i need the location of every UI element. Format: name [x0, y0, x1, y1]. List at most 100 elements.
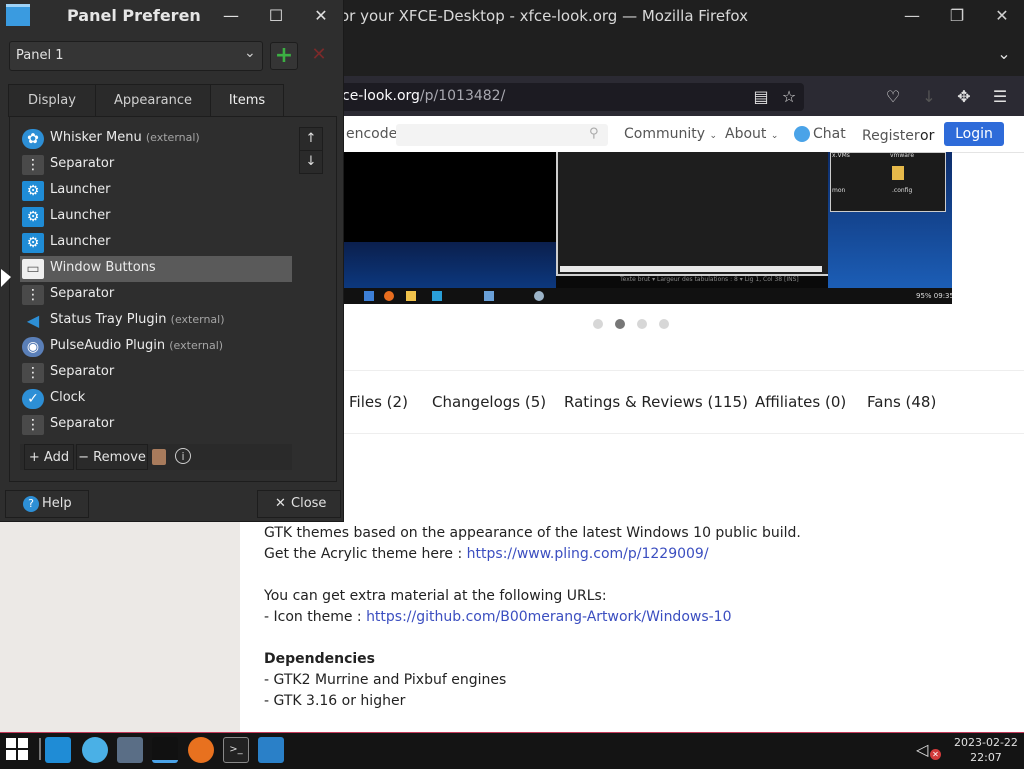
close-icon[interactable]: ✕	[990, 4, 1014, 28]
list-item[interactable]: ⚙ Launcher	[20, 178, 292, 204]
list-item[interactable]: ◀ Status Tray Plugin (external)	[20, 308, 292, 334]
tab-ratings-reviews[interactable]: Ratings & Reviews (115)	[564, 393, 748, 411]
list-item[interactable]: ✿ Whisker Menu (external)	[20, 126, 292, 152]
pocket-icon[interactable]: ♡	[882, 86, 904, 108]
list-item-selected[interactable]: ▭ Window Buttons	[20, 256, 292, 282]
close-button[interactable]: ✕ Close	[257, 490, 341, 518]
taskbar-clock[interactable]: 2023-02-22 22:07	[954, 735, 1018, 765]
search-icon[interactable]: ⚲	[589, 126, 599, 141]
minimize-icon[interactable]: —	[900, 4, 924, 28]
chevron-down-icon: ⌄	[244, 45, 256, 61]
file-manager-icon[interactable]	[45, 737, 71, 763]
url-host: ce-look.org	[342, 88, 420, 104]
list-all-tabs-icon[interactable]: ⌄	[993, 43, 1015, 65]
restore-icon[interactable]: ❐	[945, 4, 969, 28]
list-item[interactable]: ⋮ Separator	[20, 152, 292, 178]
acrylic-theme-link[interactable]: https://www.pling.com/p/1229009/	[467, 546, 709, 562]
preview-taskbar-icon-4	[432, 291, 442, 301]
add-item-button[interactable]: + Add	[24, 444, 74, 470]
carousel-dot-active[interactable]	[615, 319, 625, 329]
help-button[interactable]: ? Help	[5, 490, 89, 518]
description-line-2: Get the Acrylic theme here : https://www…	[264, 546, 709, 562]
clock-icon: ✓	[22, 389, 44, 409]
dialog-title: Panel Preferen	[67, 6, 201, 25]
separator-icon: ⋮	[22, 155, 44, 175]
remove-item-button[interactable]: − Remove	[76, 444, 148, 470]
preview-wallpaper-left	[344, 242, 556, 292]
login-button[interactable]: Login	[944, 122, 1004, 146]
preview-taskbar-icon-1	[364, 291, 374, 301]
bookmark-star-icon[interactable]: ☆	[778, 86, 800, 108]
preview-label-mon: mon	[832, 187, 846, 194]
mouse-cursor	[1, 269, 11, 287]
app-icon-bird[interactable]	[82, 737, 108, 763]
dialog-maximize-icon[interactable]: ☐	[264, 4, 288, 28]
preview-files-window	[830, 152, 946, 212]
tab-fans[interactable]: Fans (48)	[867, 393, 936, 411]
add-panel-button[interactable]: +	[270, 42, 298, 70]
nav-community[interactable]: Community ⌄	[624, 126, 717, 142]
clock-time: 22:07	[970, 751, 1002, 764]
carousel-dot[interactable]	[659, 319, 669, 329]
clock-date: 2023-02-22	[954, 736, 1018, 749]
extensions-icon[interactable]: ✥	[953, 86, 975, 108]
dialog-minimize-icon[interactable]: —	[219, 4, 243, 28]
tab-appearance[interactable]: Appearance	[95, 84, 211, 117]
edit-item-icon[interactable]	[152, 449, 166, 465]
preview-editor-scroll	[560, 266, 822, 272]
tab-affiliates[interactable]: Affiliates (0)	[755, 393, 846, 411]
url-text[interactable]: ce-look.org/p/1013482/	[342, 88, 505, 104]
nav-or: or	[920, 128, 935, 144]
preview-label-config: .config	[892, 187, 913, 194]
nav-about[interactable]: About ⌄	[725, 126, 778, 142]
chat-icon	[794, 126, 810, 142]
info-icon[interactable]: i	[175, 448, 191, 464]
mute-badge-icon: ✕	[930, 749, 941, 760]
list-item[interactable]: ✓ Clock	[20, 386, 292, 412]
carousel-dot[interactable]	[637, 319, 647, 329]
reader-view-icon[interactable]: ▤	[750, 86, 772, 108]
list-item[interactable]: ⋮ Separator	[20, 412, 292, 438]
list-item[interactable]: ⚙ Launcher	[20, 204, 292, 230]
volume-muted-icon[interactable]: ◁	[916, 740, 928, 759]
launcher-icon: ⚙	[22, 207, 44, 227]
preview-taskbar-icon-5	[484, 291, 494, 301]
panel-select-value: Panel 1	[16, 48, 64, 63]
menu-icon[interactable]: ☰	[989, 86, 1011, 108]
downloads-icon[interactable]: ↓	[918, 86, 940, 108]
list-item[interactable]: ◉ PulseAudio Plugin (external)	[20, 334, 292, 360]
nav-register[interactable]: Register	[862, 128, 920, 144]
panel-preferences-task-icon[interactable]	[152, 737, 178, 763]
settings-icon[interactable]	[117, 737, 143, 763]
list-item[interactable]: ⚙ Launcher	[20, 230, 292, 256]
screenshot-preview[interactable]: Texte brut ▾ Largeur des tabulations : 8…	[344, 152, 952, 304]
panel-select[interactable]: Panel 1 ⌄	[9, 41, 263, 71]
tab-display[interactable]: Display	[8, 84, 96, 117]
preview-taskbar-icon-2	[384, 291, 394, 301]
move-up-button[interactable]: ↑	[299, 127, 323, 151]
remove-panel-button[interactable]: ✕	[306, 42, 332, 68]
tab-changelogs[interactable]: Changelogs (5)	[432, 393, 546, 411]
icon-theme-link[interactable]: https://github.com/B00merang-Artwork/Win…	[366, 609, 731, 625]
dialog-close-icon[interactable]: ✕	[309, 4, 333, 28]
carousel-dot[interactable]	[593, 319, 603, 329]
tab-items[interactable]: Items	[210, 84, 284, 117]
dependency-1: - GTK2 Murrine and Pixbuf engines	[264, 672, 507, 688]
app-icon-window[interactable]	[258, 737, 284, 763]
terminal-icon[interactable]: >_	[223, 737, 249, 763]
list-item[interactable]: ⋮ Separator	[20, 360, 292, 386]
preview-folder-icon	[892, 166, 904, 180]
separator-icon: ⋮	[22, 415, 44, 435]
preview-taskbar-icon-6	[534, 291, 544, 301]
firefox-icon[interactable]	[188, 737, 214, 763]
search-input[interactable]	[396, 124, 608, 146]
url-path: /p/1013482/	[419, 88, 506, 104]
nav-chat[interactable]: Chat	[813, 126, 846, 142]
window-buttons-icon: ▭	[22, 259, 44, 279]
windows-start-icon[interactable]	[6, 738, 28, 760]
panel-app-icon	[6, 4, 30, 26]
list-item[interactable]: ⋮ Separator	[20, 282, 292, 308]
tab-files[interactable]: Files (2)	[349, 393, 408, 411]
preview-label-vms: x.VMs	[832, 152, 850, 159]
move-down-button[interactable]: ↓	[299, 150, 323, 174]
